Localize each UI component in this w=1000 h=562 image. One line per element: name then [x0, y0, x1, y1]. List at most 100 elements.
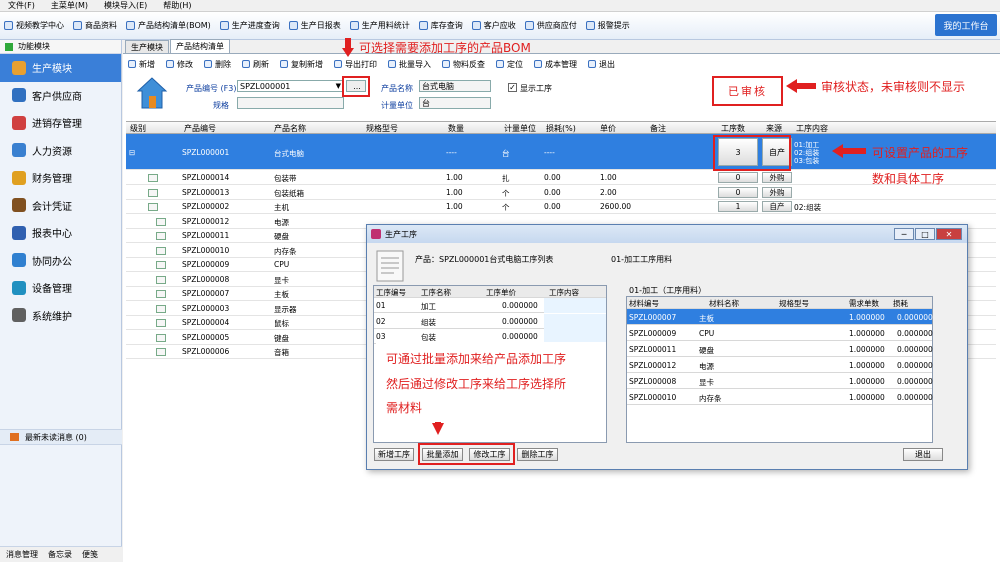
toolbar-item-5[interactable]: 生产用料统计 [349, 20, 410, 31]
subtool-1[interactable]: 修改 [166, 59, 193, 70]
subtool-9[interactable]: 成本管理 [534, 59, 577, 70]
sidebar-item-8[interactable]: 设备管理 [0, 274, 121, 302]
cell-loss: 0.00 [544, 187, 561, 197]
toolbar-icon [418, 21, 428, 30]
grid-header-10: 来源 [766, 124, 782, 133]
toolbar-label: 视频教学中心 [16, 21, 64, 30]
material-name: 电源 [699, 362, 714, 371]
sidebar-header-label: 功能模块 [18, 42, 50, 51]
note-process-2: 数和具体工序 [872, 172, 945, 186]
unread-messages[interactable]: 最新未读消息 (0) [0, 429, 122, 445]
cell-price: 1.00 [600, 173, 617, 182]
new-process-button[interactable]: 新增工序 [374, 448, 414, 461]
subtool-0[interactable]: 新增 [128, 59, 155, 70]
close-icon[interactable]: ✕ [936, 228, 962, 240]
product-code-select[interactable]: SPZL000001 ▼ [237, 80, 344, 92]
sidebar-item-5[interactable]: 会计凭证 [0, 192, 121, 220]
material-row[interactable]: SPZL000008 显卡 1.000000 0.000000 [627, 373, 933, 389]
unit-input[interactable]: 台 [419, 97, 491, 109]
spec-label: 规格 [213, 101, 229, 110]
sidebar-item-1[interactable]: 客户供应商 [0, 82, 121, 110]
subtool-4[interactable]: 复制新增 [280, 59, 323, 70]
footer-memo[interactable]: 备忘录 [48, 549, 72, 560]
material-name: 内存条 [699, 394, 722, 403]
product-code-label: 产品编号 (F3) [186, 84, 237, 93]
minimize-icon[interactable]: ─ [894, 228, 914, 240]
process-count-button[interactable]: 1 [718, 201, 758, 212]
sidebar-item-0[interactable]: 生产模块 [0, 54, 121, 82]
toolbar-item-6[interactable]: 库存查询 [418, 20, 463, 31]
source-button[interactable]: 自产 [762, 201, 792, 212]
process-content-cell [544, 298, 606, 313]
spec-input[interactable] [237, 97, 344, 109]
source-button[interactable]: 外购 [762, 186, 792, 198]
material-loss: 0.000000 [897, 393, 933, 402]
sidebar-item-6[interactable]: 报表中心 [0, 219, 121, 247]
table-row[interactable]: SPZL000013 包装纸箱 1.00 个 0.00 2.00 0 外购 [126, 186, 996, 200]
subtool-3[interactable]: 刷新 [242, 59, 269, 70]
footer-notes[interactable]: 便笺 [82, 549, 98, 560]
product-name-input[interactable]: 台式电脑 [419, 80, 491, 92]
material-row[interactable]: SPZL000012 电源 1.000000 0.000000 [627, 357, 933, 373]
menu-module-import[interactable]: 模块导入(E) [96, 0, 155, 11]
tab-bom[interactable]: 产品结构清单 [170, 39, 230, 53]
subtool-10[interactable]: 退出 [588, 59, 615, 70]
subtool-6[interactable]: 批量导入 [388, 59, 431, 70]
subtool-icon [128, 60, 136, 68]
material-row[interactable]: SPZL000011 硬盘 1.000000 0.000000 [627, 341, 933, 357]
audit-status-stamp: 已审核 [712, 76, 783, 106]
process-count-button[interactable]: 0 [718, 186, 758, 198]
sidebar-item-4[interactable]: 财务管理 [0, 164, 121, 192]
subtool-5[interactable]: 导出打印 [334, 59, 377, 70]
table-row[interactable]: SPZL000014 包装带 1.00 扎 0.00 1.00 0 外购 [126, 171, 996, 185]
delete-process-button[interactable]: 删除工序 [517, 448, 558, 461]
sidebar-item-9[interactable]: 系统维护 [0, 302, 121, 330]
process-count-button[interactable]: 0 [718, 172, 758, 183]
footer-messages[interactable]: 消息管理 [6, 549, 38, 560]
subtool-7[interactable]: 物料反查 [442, 59, 485, 70]
dialog-exit-button[interactable]: 退出 [903, 448, 943, 461]
toolbar-item-7[interactable]: 客户应收 [471, 20, 516, 31]
toolbar-item-9[interactable]: 报警提示 [585, 20, 630, 31]
menu-main[interactable]: 主菜单(M) [43, 0, 96, 11]
sidebar-item-7[interactable]: 协同办公 [0, 247, 121, 275]
material-row[interactable]: SPZL000009 CPU 1.000000 0.000000 [627, 325, 933, 341]
source-button[interactable]: 外购 [762, 172, 792, 183]
tree-node-icon [156, 246, 166, 255]
subtool-8[interactable]: 定位 [496, 59, 523, 70]
process-row[interactable]: 02 组装 0.000000 [374, 313, 606, 329]
material-row[interactable]: SPZL000010 内存条 1.000000 0.000000 [627, 389, 933, 405]
material-row[interactable]: SPZL000007 主板 1.000000 0.000000 [627, 309, 933, 325]
sidebar-item-2[interactable]: 进销存管理 [0, 109, 121, 137]
material-header-0: 材料编号 [629, 299, 659, 308]
sidebar-icon [12, 308, 26, 323]
show-process-checkbox[interactable]: ✓ [508, 83, 517, 92]
expand-icon[interactable]: ⊟ [129, 148, 135, 157]
toolbar-item-4[interactable]: 生产日报表 [288, 20, 341, 31]
cell-code: SPZL000008 [182, 274, 230, 284]
module-icon [5, 43, 13, 51]
toolbar-item-1[interactable]: 商品资料 [73, 20, 117, 31]
menu-help[interactable]: 帮助(H) [155, 0, 199, 11]
show-process-label: 显示工序 [520, 84, 552, 93]
note-process-1: 可设置产品的工序 [872, 146, 969, 160]
menu-file[interactable]: 文件(F) [0, 0, 43, 11]
toolbar-item-3[interactable]: 生产进度查询 [219, 20, 280, 31]
subtool-label: 修改 [177, 59, 193, 69]
toolbar-item-2[interactable]: 产品结构清单(BOM) [126, 20, 211, 31]
toolbar-item-8[interactable]: 供应商应付 [524, 20, 577, 31]
process-row[interactable]: 01 加工 0.000000 [374, 298, 606, 313]
sidebar-item-label: 设备管理 [32, 284, 72, 296]
table-row[interactable]: SPZL000002 主机 1.00 个 0.00 2600.00 1 自产 02:组装 [126, 200, 996, 214]
maximize-icon[interactable]: □ [915, 228, 935, 240]
cell-name: 显示器 [274, 304, 297, 314]
process-no: 03 [376, 332, 386, 341]
workbench-button[interactable]: 我的工作台 [935, 14, 997, 36]
grid-header-1: 产品编号 [184, 124, 216, 133]
grid-header-11: 工序内容 [796, 124, 828, 133]
subtool-icon [534, 60, 542, 68]
tab-production[interactable]: 生产模块 [125, 40, 169, 53]
toolbar-item-0[interactable]: 视频教学中心 [4, 20, 64, 31]
sidebar-item-3[interactable]: 人力资源 [0, 137, 121, 165]
subtool-2[interactable]: 删除 [204, 59, 231, 70]
